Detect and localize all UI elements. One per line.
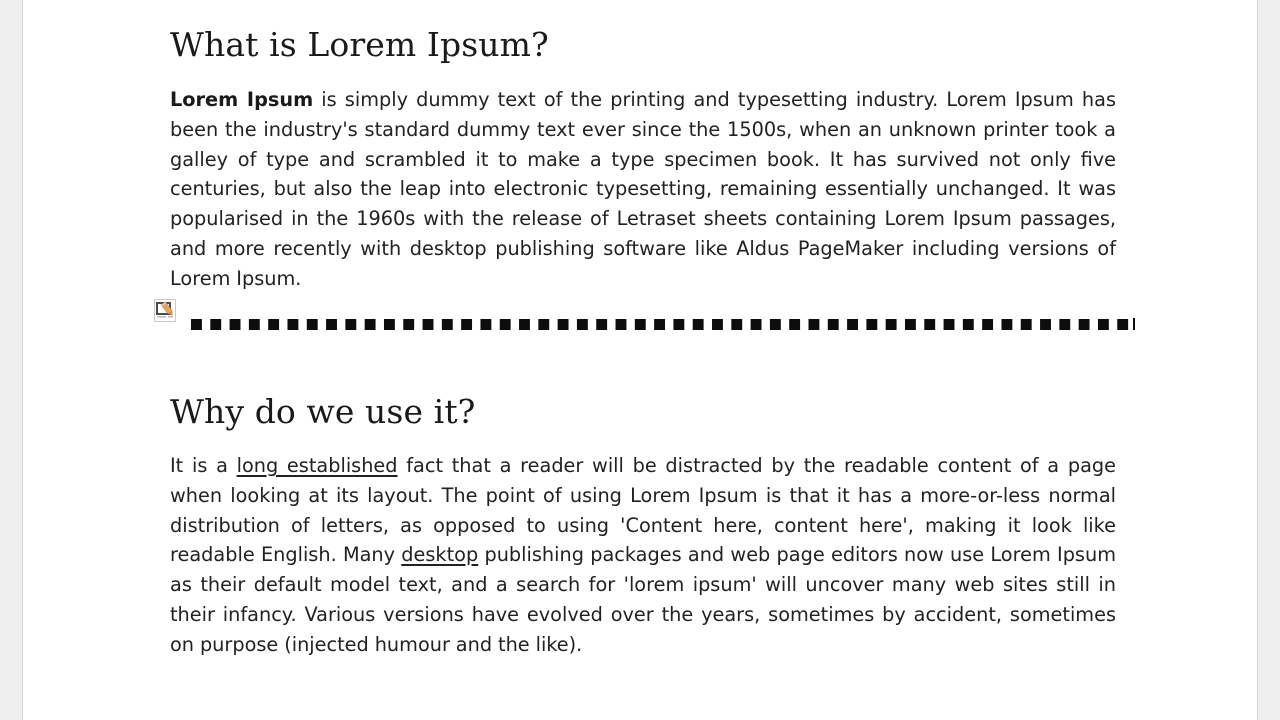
paragraph-1-body-text: is simply dummy text of the printing and… — [170, 88, 1116, 290]
paragraph-why-do-we-use-it[interactable]: It is a long established fact that a rea… — [170, 451, 1116, 660]
dotted-rule-track — [191, 318, 1135, 330]
document-page[interactable]: What is Lorem Ipsum? Lorem Ipsum is simp… — [22, 0, 1258, 720]
link-desktop[interactable]: desktop — [401, 543, 478, 566]
section-break-marker-glyph — [154, 299, 176, 322]
link-long-established[interactable]: long established — [237, 454, 398, 477]
document-page-content: What is Lorem Ipsum? Lorem Ipsum is simp… — [23, 0, 1257, 720]
paragraph-what-is-lorem-ipsum[interactable]: Lorem Ipsum is simply dummy text of the … — [170, 85, 1116, 294]
heading-what-is-lorem-ipsum: What is Lorem Ipsum? — [170, 25, 549, 64]
bold-lead-lorem-ipsum: Lorem Ipsum — [170, 88, 314, 111]
section-break-marker-icon[interactable] — [154, 299, 176, 322]
document-viewport: What is Lorem Ipsum? Lorem Ipsum is simp… — [0, 0, 1280, 720]
text-caret — [1133, 318, 1135, 330]
heading-why-do-we-use-it: Why do we use it? — [170, 392, 476, 431]
paragraph-2-text-part-1: It is a — [170, 454, 237, 477]
page-break-dotted-rule[interactable] — [191, 316, 1135, 332]
